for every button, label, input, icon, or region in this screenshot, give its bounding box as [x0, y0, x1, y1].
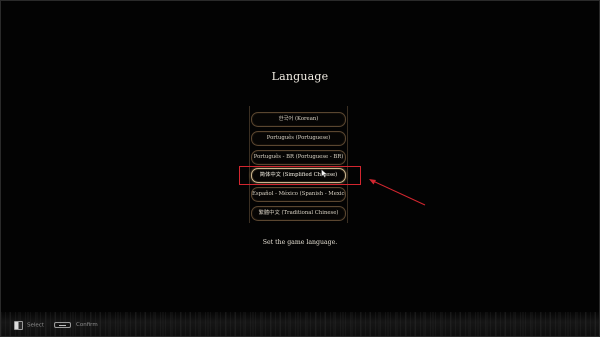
language-option-spanish-mexico[interactable]: Español - México (Spanish - Mexico) — [251, 187, 346, 202]
mouse-button-icon — [14, 321, 23, 330]
annotation-highlight-box — [239, 166, 361, 185]
select-hint: Select — [14, 321, 44, 330]
select-hint-label: Select — [27, 322, 44, 329]
confirm-hint: Confirm — [54, 321, 98, 330]
page-title: Language — [271, 70, 329, 83]
confirm-hint-label: Confirm — [76, 322, 98, 328]
language-option-korean[interactable]: 한국어 (Korean) — [251, 112, 346, 127]
language-settings-screen: Language 한국어 (Korean) Português (Portugu… — [0, 0, 600, 337]
language-option-portuguese-br[interactable]: Português - BR (Portuguese - BR) — [251, 150, 346, 165]
annotation-arrow-icon — [369, 179, 426, 206]
spacebar-key-icon — [54, 322, 71, 328]
language-option-portuguese[interactable]: Português (Portuguese) — [251, 131, 346, 146]
setting-description: Set the game language. — [262, 239, 338, 246]
language-option-traditional-chinese[interactable]: 繁體中文 (Traditional Chinese) — [251, 206, 346, 221]
mouse-cursor-icon — [321, 169, 328, 178]
